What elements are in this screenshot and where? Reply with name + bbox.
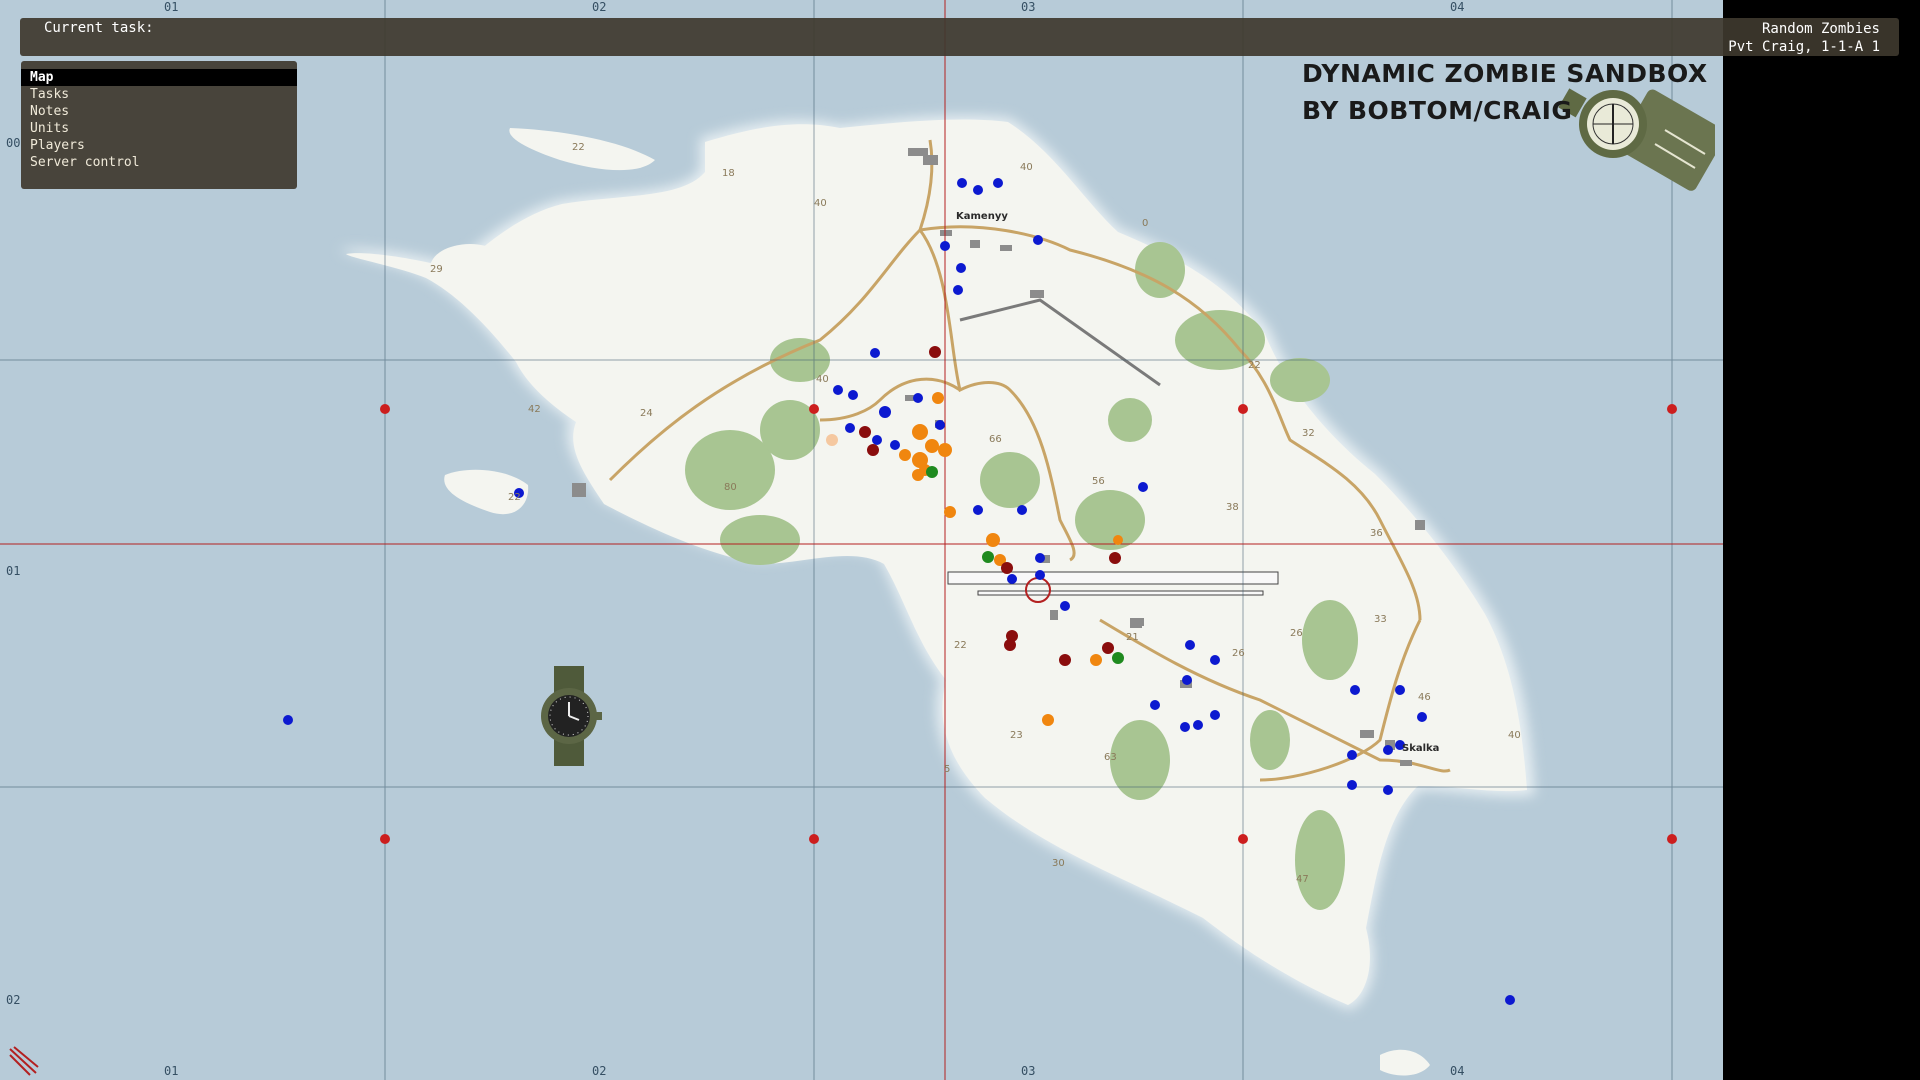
map-title-line1: DYNAMIC ZOMBIE SANDBOX — [1302, 59, 1708, 88]
map-title-line2: BY BOBTOM/CRAIG — [1302, 96, 1573, 125]
elevation-label: 26 — [1290, 628, 1303, 639]
elevation-label: 47 — [1296, 874, 1309, 885]
elevation-label: 18 — [722, 168, 735, 179]
elevation-label: 36 — [1370, 528, 1383, 539]
elevation-label: 0 — [1142, 218, 1149, 229]
task-bar — [20, 18, 1899, 56]
grid-label-left: 02 — [6, 993, 21, 1007]
elevation-label: 22 — [508, 492, 521, 503]
elevation-label: 80 — [724, 482, 737, 493]
elevation-label: 30 — [1052, 858, 1065, 869]
elevation-label: 22 — [1248, 360, 1261, 371]
elevation-label: 66 — [989, 434, 1002, 445]
grid-label-top: 02 — [592, 0, 607, 14]
menu-item-units[interactable]: Units — [21, 120, 297, 137]
elevation-label: 23 — [1010, 730, 1023, 741]
menu-item-notes[interactable]: Notes — [21, 103, 297, 120]
menu-item-players[interactable]: Players — [21, 137, 297, 154]
place-name: Skalka — [1402, 743, 1440, 754]
elevation-label: 22 — [572, 142, 585, 153]
current-task-label: Current task: — [44, 20, 154, 36]
elevation-label: 63 — [1104, 752, 1117, 763]
elevation-label: 21 — [1126, 632, 1139, 643]
map-title: DYNAMIC ZOMBIE SANDBOX BY BOBTOM/CRAIG — [1302, 55, 1708, 129]
scratch-logo — [9, 1046, 39, 1076]
elevation-label: 32 — [1302, 428, 1315, 439]
elevation-label: 40 — [1508, 730, 1521, 741]
player-info: Pvt Craig, 1-1-A 1 — [1728, 39, 1880, 55]
elevation-label: 33 — [1374, 614, 1387, 625]
mission-info: Random Zombies Pvt Craig, 1-1-A 1 — [1728, 20, 1880, 56]
grid-label-top: 01 — [164, 0, 179, 14]
menu-item-tasks[interactable]: Tasks — [21, 86, 297, 103]
elevation-label: 38 — [1226, 502, 1239, 513]
islet-south — [1380, 1049, 1430, 1076]
elevation-label: 26 — [1232, 648, 1245, 659]
elevation-label: 29 — [430, 264, 443, 275]
airstrip-taxiway — [977, 590, 1264, 596]
grid-label-left: 01 — [6, 564, 21, 578]
menu-item-map[interactable]: Map — [21, 69, 297, 86]
menu-item-server-control[interactable]: Server control — [21, 154, 297, 171]
right-black-panel — [1723, 0, 1920, 1080]
elevation-label: 22 — [954, 640, 967, 651]
elevation-label: 40 — [1020, 162, 1033, 173]
elevation-label: 56 — [1092, 476, 1105, 487]
grid-label-bottom: 02 — [592, 1064, 607, 1078]
island-land — [346, 119, 1527, 1006]
side-menu: Map Tasks Notes Units Players Server con… — [21, 61, 297, 189]
grid-label-bottom: 04 — [1450, 1064, 1465, 1078]
grid-label-top: 03 — [1021, 0, 1036, 14]
elevation-label: 40 — [814, 198, 827, 209]
airstrip — [947, 571, 1279, 585]
mission-name: Random Zombies — [1761, 21, 1880, 37]
grid-label-left: 00 — [6, 136, 21, 150]
elevation-label: 42 — [528, 404, 541, 415]
grid-label-bottom: 03 — [1021, 1064, 1036, 1078]
elevation-label: 46 — [1418, 692, 1431, 703]
light-orange-marker — [826, 434, 838, 446]
elevation-label: 5 — [944, 764, 951, 775]
elevation-label: 24 — [640, 408, 653, 419]
place-name: Kamenyy — [956, 211, 1008, 222]
grid-label-top: 04 — [1450, 0, 1465, 14]
grid-label-bottom: 01 — [164, 1064, 179, 1078]
elevation-label: 40 — [816, 374, 829, 385]
